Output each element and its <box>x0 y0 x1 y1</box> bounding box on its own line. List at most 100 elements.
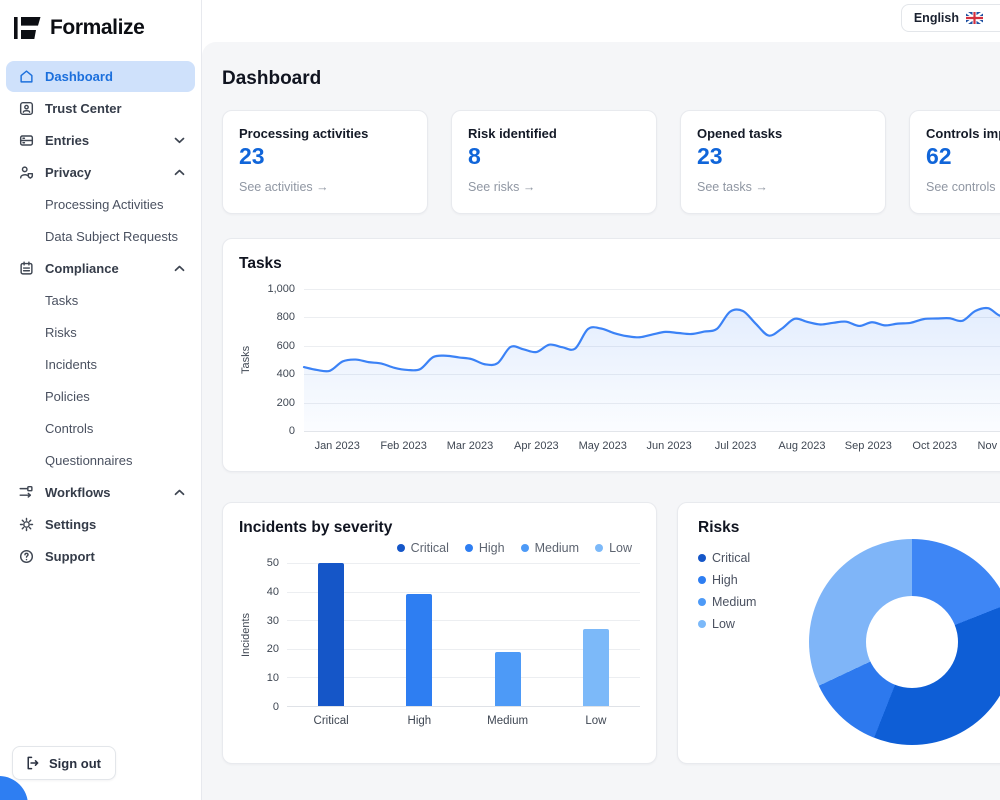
sidebar-item-incidents[interactable]: Incidents <box>6 349 195 380</box>
risks-donut-chart <box>809 539 1000 745</box>
x-tick-label: High <box>375 715 463 727</box>
legend-dot-icon <box>698 554 706 562</box>
stat-card-risk-identified: Risk identified8See risks → <box>451 110 657 214</box>
x-tick-label: Apr 2023 <box>503 440 569 452</box>
legend-dot-icon <box>698 598 706 606</box>
main-content: Dashboard Processing activities 23 See act… <box>202 42 1000 800</box>
sidebar-item-processing-activities[interactable]: Processing Activities <box>6 189 195 220</box>
sidebar-item-tasks[interactable]: Tasks <box>6 285 195 316</box>
badge-icon <box>18 100 35 117</box>
sidebar-item-label: Compliance <box>45 261 119 276</box>
sidebar-item-label: Policies <box>45 389 90 404</box>
formalize-logo-icon <box>14 17 41 39</box>
sidebar-item-risks[interactable]: Risks <box>6 317 195 348</box>
legend-dot-icon <box>698 620 706 628</box>
sidebar-item-label: Controls <box>45 421 93 436</box>
sidebar-item-label: Data Subject Requests <box>45 229 178 244</box>
bar-medium <box>495 652 521 706</box>
x-tick-label: Feb 2023 <box>370 440 436 452</box>
bottom-charts-row: Incidents by severity CriticalHighMedium… <box>222 502 1000 764</box>
x-tick-label: Medium <box>464 715 552 727</box>
language-selector[interactable]: English <box>901 4 1000 32</box>
help-icon <box>18 548 35 565</box>
uk-flag-icon <box>966 12 983 24</box>
tasks-chart-title: Tasks <box>239 255 1000 273</box>
page-title: Dashboard <box>222 68 1000 90</box>
legend-dot-icon <box>698 576 706 584</box>
sidebar-item-data-subject-requests[interactable]: Data Subject Requests <box>6 221 195 252</box>
sidebar-item-settings[interactable]: Settings <box>6 509 195 540</box>
sign-out-button[interactable]: Sign out <box>12 746 116 780</box>
y-tick-label: 400 <box>277 368 295 380</box>
tasks-plot-area <box>304 289 1000 431</box>
legend-item-critical[interactable]: Critical <box>397 541 449 555</box>
bar-critical <box>318 563 344 706</box>
y-tick-label: 20 <box>267 643 279 655</box>
stat-card-link[interactable]: See controls → <box>926 180 1000 194</box>
sidebar-item-policies[interactable]: Policies <box>6 381 195 412</box>
tasks-line-series <box>304 289 1000 431</box>
stat-card-title: Opened tasks <box>697 126 869 141</box>
stat-card-link[interactable]: See risks → <box>468 180 640 194</box>
stat-card-value: 8 <box>468 143 640 170</box>
stat-card-link[interactable]: See activities → <box>239 180 411 194</box>
incidents-chart-card: Incidents by severity CriticalHighMedium… <box>222 502 657 764</box>
y-tick-label: 600 <box>277 340 295 352</box>
gear-icon <box>18 516 35 533</box>
legend-dot-icon <box>595 544 603 552</box>
sidebar-nav: Dashboard Trust CenterEntriesPrivacyProce… <box>0 54 201 572</box>
home-icon <box>18 68 35 85</box>
sidebar-item-label: Incidents <box>45 357 97 372</box>
app-name: Formalize <box>50 16 144 40</box>
y-tick-label: 0 <box>273 701 279 713</box>
stat-card-processing-activities: Processing activities 23 See activities → <box>222 110 428 214</box>
y-tick-label: 0 <box>289 425 295 437</box>
x-tick-label: Oct 2023 <box>902 440 968 452</box>
incidents-plot-area <box>287 563 640 707</box>
sidebar-item-entries[interactable]: Entries <box>6 125 195 156</box>
stat-card-title: Controls implemented <box>926 126 1000 141</box>
sidebar-item-label: Dashboard <box>45 69 113 84</box>
legend-item-low[interactable]: Low <box>595 541 632 555</box>
sidebar-item-questionnaires[interactable]: Questionnaires <box>6 445 195 476</box>
incidents-legend: Critical High Medium Low <box>239 541 632 555</box>
legend-item-high[interactable]: High <box>465 541 505 555</box>
sidebar-item-support[interactable]: Support <box>6 541 195 572</box>
incidents-y-axis-label: Incidents <box>239 563 253 707</box>
y-tick-label: 40 <box>267 586 279 598</box>
sidebar-item-label: Settings <box>45 517 96 532</box>
rows-icon <box>18 132 35 149</box>
x-tick-label: Nov 2023 <box>968 440 1000 452</box>
y-tick-label: 50 <box>267 557 279 569</box>
x-tick-label: Low <box>552 715 640 727</box>
stat-card-controls-implemented: Controls implemented62See controls → <box>909 110 1000 214</box>
tasks-y-axis-ticks: 1,0008006004002000 <box>253 289 295 431</box>
risks-donut-hole <box>866 596 958 688</box>
chevron-down-icon <box>174 137 185 144</box>
stat-card-link[interactable]: See tasks → <box>697 180 869 194</box>
tasks-x-axis-labels: Jan 2023Feb 2023Mar 2023Apr 2023May 2023… <box>304 440 1000 452</box>
y-tick-label: 800 <box>277 311 295 323</box>
user-shield-icon <box>18 164 35 181</box>
sidebar-item-workflows[interactable]: Workflows <box>6 477 195 508</box>
app-logo[interactable]: Formalize <box>0 0 201 54</box>
legend-dot-icon <box>397 544 405 552</box>
topbar: English <box>202 0 1000 42</box>
workflow-icon <box>18 484 35 501</box>
incidents-y-axis-ticks: 50403020100 <box>253 563 279 707</box>
sidebar-item-privacy[interactable]: Privacy <box>6 157 195 188</box>
sidebar-item-dashboard[interactable]: Dashboard <box>6 61 195 92</box>
x-tick-label: Mar 2023 <box>437 440 503 452</box>
sidebar-item-controls[interactable]: Controls <box>6 413 195 444</box>
stat-card-value: 23 <box>697 143 869 170</box>
sidebar-item-trust-center[interactable]: Trust Center <box>6 93 195 124</box>
chevron-up-icon <box>174 489 185 496</box>
sidebar-item-compliance[interactable]: Compliance <box>6 253 195 284</box>
legend-item-medium[interactable]: Medium <box>521 541 579 555</box>
sidebar-item-label: Questionnaires <box>45 453 132 468</box>
sidebar-item-label: Workflows <box>45 485 111 500</box>
risks-chart-title: Risks <box>698 519 1000 537</box>
stat-card-value: 23 <box>239 143 411 170</box>
incidents-x-axis-labels: CriticalHighMediumLow <box>287 715 640 727</box>
stat-card-title: Processing activities <box>239 126 411 141</box>
